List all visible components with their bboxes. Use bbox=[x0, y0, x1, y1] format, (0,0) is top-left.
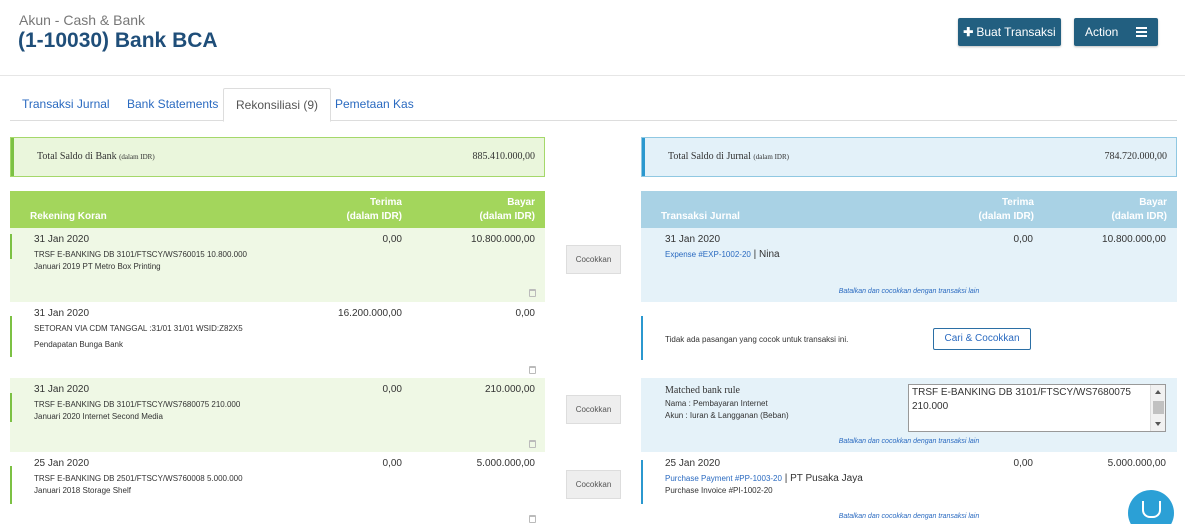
matched-rule-details: Nama : Pembayaran Internet Akun : Iuran … bbox=[665, 399, 789, 420]
account-type: Akun - Cash & Bank bbox=[19, 12, 146, 28]
journal-row: 25 Jan 2020 Purchase Payment #PP-1003-20… bbox=[641, 452, 1177, 524]
cancel-match-link[interactable]: Batalkan dan cocokkan dengan transaksi l… bbox=[641, 513, 1177, 520]
row-date: 25 Jan 2020 bbox=[665, 458, 721, 469]
row-date: 25 Jan 2020 bbox=[34, 458, 90, 469]
bank-balance-box: Total Saldo di Bank (dalam IDR) 885.410.… bbox=[10, 137, 545, 177]
cari-cocokkan-button[interactable]: Cari & Cocokkan bbox=[933, 328, 1031, 350]
col-terima: Terima (dalam IDR) bbox=[346, 197, 402, 222]
tab-bank-statements[interactable]: Bank Statements bbox=[115, 88, 230, 121]
cocokkan-button[interactable]: Cocokkan bbox=[566, 245, 621, 274]
chat-icon bbox=[1142, 501, 1161, 518]
row-bayar: 5.000.000,00 bbox=[1107, 458, 1166, 469]
col-bayar: Bayar (dalam IDR) bbox=[479, 197, 535, 222]
journal-balance-value: 784.720.000,00 bbox=[1104, 151, 1168, 162]
bank-row: 25 Jan 2020 TRSF E-BANKING DB 2501/FTSCY… bbox=[10, 452, 545, 524]
row-bayar: 10.800.000,00 bbox=[1102, 234, 1166, 245]
row-description: Expense #EXP-1002-20 | Nina bbox=[665, 249, 780, 260]
col-bayar: Bayar (dalam IDR) bbox=[1111, 197, 1167, 222]
buat-transaksi-label: Buat Transaksi bbox=[976, 25, 1056, 39]
hamburger-icon bbox=[1136, 27, 1147, 39]
row-terima: 0,00 bbox=[1013, 234, 1033, 245]
row-bayar: 0,00 bbox=[515, 308, 535, 319]
row-description: Purchase Payment #PP-1003-20 | PT Pusaka… bbox=[665, 473, 863, 495]
matched-rule-title: Matched bank rule bbox=[665, 385, 740, 396]
row-description: TRSF E-BANKING DB 2501/FTSCY/WS760008 5.… bbox=[34, 474, 243, 495]
cocokkan-button[interactable]: Cocokkan bbox=[566, 470, 621, 499]
plus-icon: ✚ bbox=[963, 25, 974, 39]
cocokkan-button[interactable]: Cocokkan bbox=[566, 395, 621, 424]
bank-rule-select[interactable]: TRSF E-BANKING DB 3101/FTSCY/WS7680075 2… bbox=[908, 384, 1166, 432]
trash-icon[interactable] bbox=[529, 366, 536, 374]
cancel-match-link[interactable]: Batalkan dan cocokkan dengan transaksi l… bbox=[641, 288, 1177, 295]
action-button[interactable]: Action bbox=[1074, 18, 1158, 46]
journal-row: 31 Jan 2020 Expense #EXP-1002-20 | Nina … bbox=[641, 228, 1177, 302]
row-bayar: 10.800.000,00 bbox=[471, 234, 535, 245]
bank-row: 31 Jan 2020 TRSF E-BANKING DB 3101/FTSCY… bbox=[10, 228, 545, 302]
cancel-match-link[interactable]: Batalkan dan cocokkan dengan transaksi l… bbox=[641, 438, 1177, 445]
row-terima: 0,00 bbox=[382, 458, 402, 469]
trash-icon[interactable] bbox=[529, 289, 536, 297]
bank-row: 31 Jan 2020 SETORAN VIA CDM TANGGAL :31/… bbox=[10, 302, 545, 378]
no-match-message: Tidak ada pasangan yang cocok untuk tran… bbox=[665, 335, 849, 344]
row-description: TRSF E-BANKING DB 3101/FTSCY/WS7680075 2… bbox=[34, 400, 241, 421]
row-terima: 0,00 bbox=[382, 234, 402, 245]
row-bayar: 5.000.000,00 bbox=[476, 458, 535, 469]
row-bayar: 210.000,00 bbox=[484, 384, 535, 395]
journal-row: Tidak ada pasangan yang cocok untuk tran… bbox=[641, 316, 1177, 362]
trash-icon[interactable] bbox=[529, 440, 536, 448]
buat-transaksi-button[interactable]: ✚ Buat Transaksi bbox=[958, 18, 1061, 46]
row-terima: 0,00 bbox=[1013, 458, 1033, 469]
page-header: Akun - Cash & Bank (1-10030) Bank BCA ✚ … bbox=[0, 0, 1185, 76]
expense-link[interactable]: Expense #EXP-1002-20 bbox=[665, 250, 751, 259]
col-terima: Terima (dalam IDR) bbox=[978, 197, 1034, 222]
tab-transaksi-jurnal[interactable]: Transaksi Jurnal bbox=[10, 88, 122, 121]
col-transaksi-jurnal: Transaksi Jurnal bbox=[661, 211, 740, 222]
col-rekening-koran: Rekening Koran bbox=[30, 211, 107, 222]
journal-balance-box: Total Saldo di Jurnal (dalam IDR) 784.72… bbox=[641, 137, 1177, 177]
row-date: 31 Jan 2020 bbox=[34, 384, 90, 395]
action-label: Action bbox=[1085, 25, 1119, 39]
bank-balance-value: 885.410.000,00 bbox=[472, 151, 536, 162]
row-terima: 0,00 bbox=[382, 384, 402, 395]
purchase-payment-link[interactable]: Purchase Payment #PP-1003-20 bbox=[665, 474, 782, 483]
journal-row: Matched bank rule Nama : Pembayaran Inte… bbox=[641, 378, 1177, 452]
row-description: SETORAN VIA CDM TANGGAL :31/01 31/01 WSI… bbox=[34, 324, 243, 349]
row-description: TRSF E-BANKING DB 3101/FTSCY/WS760015 10… bbox=[34, 250, 247, 271]
row-date: 31 Jan 2020 bbox=[34, 308, 90, 319]
journal-balance-label: Total Saldo di Jurnal (dalam IDR) bbox=[668, 151, 789, 162]
page-title: (1-10030) Bank BCA bbox=[18, 29, 218, 52]
bank-balance-label: Total Saldo di Bank (dalam IDR) bbox=[37, 151, 155, 162]
journal-table-header: Transaksi Jurnal Terima (dalam IDR) Bayar… bbox=[641, 191, 1177, 228]
scrollbar[interactable] bbox=[1150, 385, 1165, 431]
tab-bar: Transaksi Jurnal Bank Statements Rekonsi… bbox=[10, 88, 1177, 122]
row-terima: 16.200.000,00 bbox=[338, 308, 402, 319]
bank-table-header: Rekening Koran Terima (dalam IDR) Bayar (d… bbox=[10, 191, 545, 228]
row-date: 31 Jan 2020 bbox=[665, 234, 721, 245]
trash-icon[interactable] bbox=[529, 515, 536, 523]
bank-row: 31 Jan 2020 TRSF E-BANKING DB 3101/FTSCY… bbox=[10, 378, 545, 452]
tab-pemetaan-kas[interactable]: Pemetaan Kas bbox=[323, 88, 426, 121]
tab-rekonsiliasi[interactable]: Rekonsiliasi (9) bbox=[223, 88, 332, 122]
row-date: 31 Jan 2020 bbox=[34, 234, 90, 245]
